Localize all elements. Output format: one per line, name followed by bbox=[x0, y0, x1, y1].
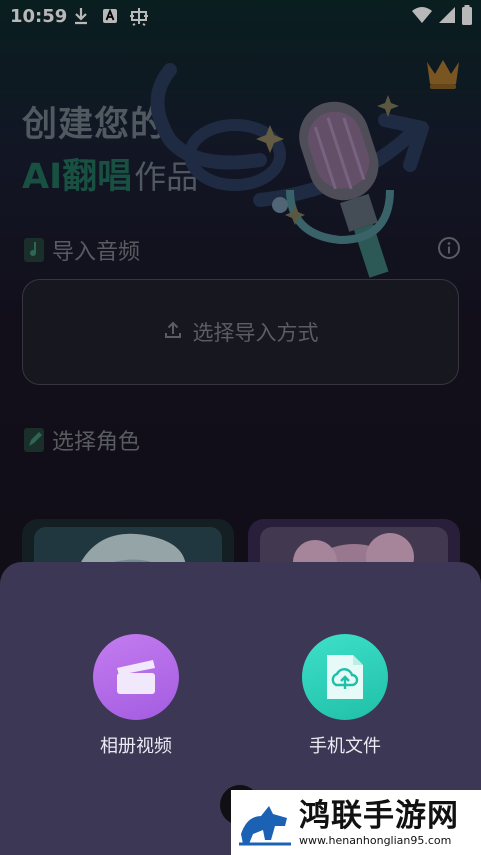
watermark-text: 鸿联手游网 www.henanhonglian95.com bbox=[299, 798, 459, 848]
album-video-option[interactable]: 相册视频 bbox=[66, 634, 206, 758]
phone-files-option[interactable]: 手机文件 bbox=[275, 634, 415, 758]
video-clapper-icon bbox=[93, 634, 179, 720]
watermark-url: www.henanhonglian95.com bbox=[299, 833, 452, 847]
cloud-upload-file-icon bbox=[302, 634, 388, 720]
watermark: 鸿联手游网 www.henanhonglian95.com bbox=[231, 790, 481, 855]
horse-logo-icon bbox=[239, 805, 291, 845]
watermark-title: 鸿联手游网 bbox=[299, 797, 459, 834]
phone-files-label: 手机文件 bbox=[309, 736, 381, 757]
album-video-label: 相册视频 bbox=[100, 736, 172, 757]
